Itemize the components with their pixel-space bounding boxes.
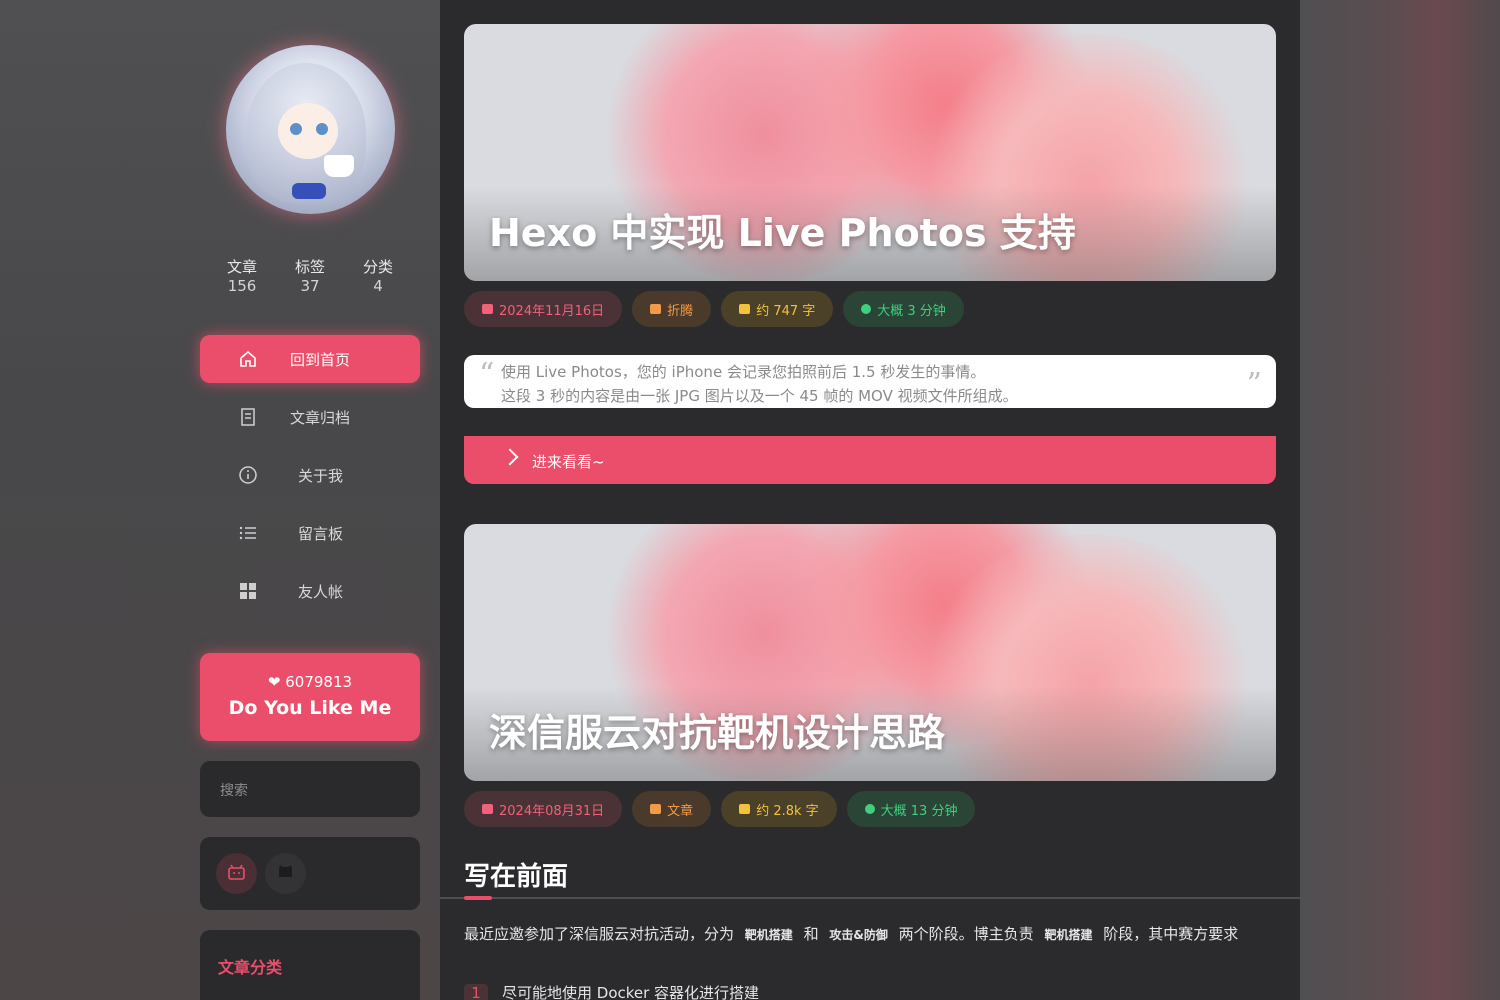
list-number: 1 xyxy=(464,984,488,1000)
like-text: Do You Like Me xyxy=(228,697,392,719)
read-more-button[interactable]: 进来看看~ xyxy=(464,436,1276,484)
like-count: ❤ 6079813 xyxy=(267,673,353,691)
post-title[interactable]: Hexo 中实现 Live Photos 支持 xyxy=(489,202,1076,257)
heading-accent xyxy=(464,896,492,900)
excerpt-line: 使用 Live Photos，您的 iPhone 会记录您拍照前后 1.5 秒发… xyxy=(501,363,986,381)
stat-value: 4 xyxy=(373,277,383,295)
list-item: 1 尽可能地使用 Docker 容器化进行搭建 xyxy=(464,982,759,1000)
post-cover[interactable]: 深信服云对抗靶机设计思路 xyxy=(464,524,1276,781)
article-heading: 写在前面 xyxy=(464,862,569,892)
nav-label: 回到首页 xyxy=(290,351,351,369)
category-panel: 文章分类 xyxy=(200,930,420,1000)
post-category[interactable]: 折腾 xyxy=(632,291,712,327)
article-paragraph: 最近应邀参加了深信服云对抗活动，分为 靶机搭建 和 攻击&防御 两个阶段。博主负… xyxy=(464,922,1276,948)
stat-label: 文章 xyxy=(227,258,258,276)
category-title: 文章分类 xyxy=(218,958,283,977)
grid-icon xyxy=(240,583,256,599)
post-meta: 2024年11月16日 折腾 约 747 字 大概 3 分钟 xyxy=(464,291,964,327)
post-cover[interactable]: Hexo 中实现 Live Photos 支持 xyxy=(464,24,1276,281)
clock-icon xyxy=(861,304,872,314)
post-read-time: 大概 3 分钟 xyxy=(843,291,964,327)
post-list: Hexo 中实现 Live Photos 支持 2024年11月16日 折腾 约… xyxy=(440,0,1300,1000)
divider xyxy=(440,897,1300,899)
stat-value: 37 xyxy=(300,277,320,295)
post-date[interactable]: 2024年08月31日 xyxy=(464,791,623,827)
post-title[interactable]: 深信服云对抗靶机设计思路 xyxy=(489,702,945,757)
like-button[interactable]: ❤ 6079813 Do You Like Me xyxy=(200,653,420,741)
post-category[interactable]: 文章 xyxy=(632,791,712,827)
social-links xyxy=(200,837,420,910)
calendar-icon xyxy=(482,804,493,814)
list-text: 尽可能地使用 Docker 容器化进行搭建 xyxy=(502,984,760,1000)
chart-icon xyxy=(739,304,751,314)
chevron-right-icon xyxy=(501,448,519,466)
post-word-count: 约 747 字 xyxy=(721,291,834,327)
home-icon xyxy=(240,350,256,367)
read-more-label: 进来看看~ xyxy=(532,453,605,471)
stat-value: 156 xyxy=(227,277,257,295)
info-icon xyxy=(239,466,257,484)
chart-icon xyxy=(739,804,751,814)
list-icon xyxy=(239,526,256,540)
inline-code: 靶机搭建 xyxy=(744,928,793,942)
open-quote-icon: “ xyxy=(479,357,495,392)
stat-label: 标签 xyxy=(294,258,325,276)
stat-label: 分类 xyxy=(362,258,393,276)
close-quote-icon: ” xyxy=(1246,367,1262,402)
nav-archive[interactable]: 文章归档 xyxy=(200,393,420,441)
search-input[interactable]: 搜索 xyxy=(200,761,420,817)
nav-label: 文章归档 xyxy=(290,409,351,427)
sidebar: 文章 156 标签 37 分类 4 回到首页 文章归档 关于我 留言板 友人帐 … xyxy=(200,0,420,1000)
nav-home[interactable]: 回到首页 xyxy=(200,335,420,383)
calendar-icon xyxy=(482,304,493,314)
inline-code: 靶机搭建 xyxy=(1044,928,1093,942)
excerpt-line: 这段 3 秒的内容是由一张 JPG 图片以及一个 45 帧的 MOV 视频文件所… xyxy=(501,387,1018,405)
category-icon xyxy=(650,804,662,814)
github-icon xyxy=(279,865,292,877)
post-date[interactable]: 2024年11月16日 xyxy=(464,291,623,327)
site-stats: 文章 156 标签 37 分类 4 xyxy=(200,258,420,296)
stat-tags[interactable]: 标签 37 xyxy=(295,258,325,296)
github-button[interactable] xyxy=(265,853,306,894)
background-right xyxy=(1300,0,1500,1000)
nav-guestbook[interactable]: 留言板 xyxy=(200,509,420,557)
nav-label: 留言板 xyxy=(298,525,344,543)
post-read-time: 大概 13 分钟 xyxy=(846,791,976,827)
nav-friends[interactable]: 友人帐 xyxy=(200,567,420,615)
nav-label: 关于我 xyxy=(298,467,344,485)
bilibili-icon xyxy=(228,864,245,880)
nav-about[interactable]: 关于我 xyxy=(200,451,420,499)
post-word-count: 约 2.8k 字 xyxy=(721,791,837,827)
stat-posts[interactable]: 文章 156 xyxy=(227,258,257,296)
stat-categories[interactable]: 分类 4 xyxy=(363,258,393,296)
category-icon xyxy=(650,304,662,314)
bilibili-button[interactable] xyxy=(216,853,257,894)
post-excerpt: “ 使用 Live Photos，您的 iPhone 会记录您拍照前后 1.5 … xyxy=(464,355,1276,408)
archive-icon xyxy=(241,408,255,426)
avatar[interactable] xyxy=(226,45,395,214)
inline-code: 攻击&防御 xyxy=(829,928,888,942)
clock-icon xyxy=(864,804,875,814)
search-placeholder: 搜索 xyxy=(220,783,248,799)
post-meta: 2024年08月31日 文章 约 2.8k 字 大概 13 分钟 xyxy=(464,791,976,827)
nav-label: 友人帐 xyxy=(298,583,344,601)
